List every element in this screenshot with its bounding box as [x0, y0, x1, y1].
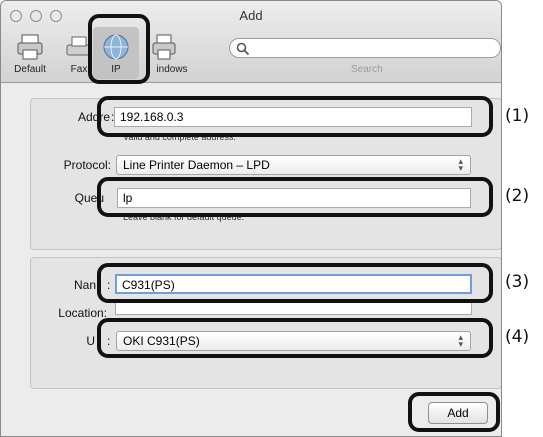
search-field[interactable]: [229, 38, 501, 58]
protocol-popup[interactable]: Line Printer Daemon – LPD ▴ ▾: [116, 155, 471, 175]
name-label: Nan: [73, 278, 96, 292]
callout-4: [97, 318, 493, 358]
search-icon: [236, 42, 250, 56]
toolbar-default[interactable]: Default: [5, 31, 55, 79]
printer-default-icon: [17, 34, 43, 60]
callout-number-2: (2): [505, 186, 530, 206]
location-input[interactable]: [115, 303, 472, 315]
search-caption: Search: [351, 64, 383, 75]
callout-3: [97, 263, 493, 303]
callout-add-button: [408, 392, 500, 432]
callout-number-1: (1): [505, 106, 530, 126]
location-label: Location:: [58, 306, 107, 320]
callout-number-3: (3): [505, 272, 530, 292]
callout-2: [97, 177, 493, 217]
callout-ip-tab: [88, 14, 150, 84]
callout-1: [97, 96, 493, 137]
protocol-value: Line Printer Daemon – LPD: [123, 158, 270, 172]
add-printer-window: Add Default Fax IP indows Search Addre:…: [0, 0, 502, 437]
chevron-updown-icon: ▴ ▾: [458, 156, 463, 173]
window-title: Add: [239, 8, 263, 23]
use-label: U: [86, 334, 95, 348]
protocol-label: Protocol:: [63, 158, 111, 172]
windows-printer-icon: [152, 34, 176, 60]
callout-number-4: (4): [505, 327, 530, 347]
titlebar: Add Default Fax IP indows Search: [1, 1, 501, 83]
